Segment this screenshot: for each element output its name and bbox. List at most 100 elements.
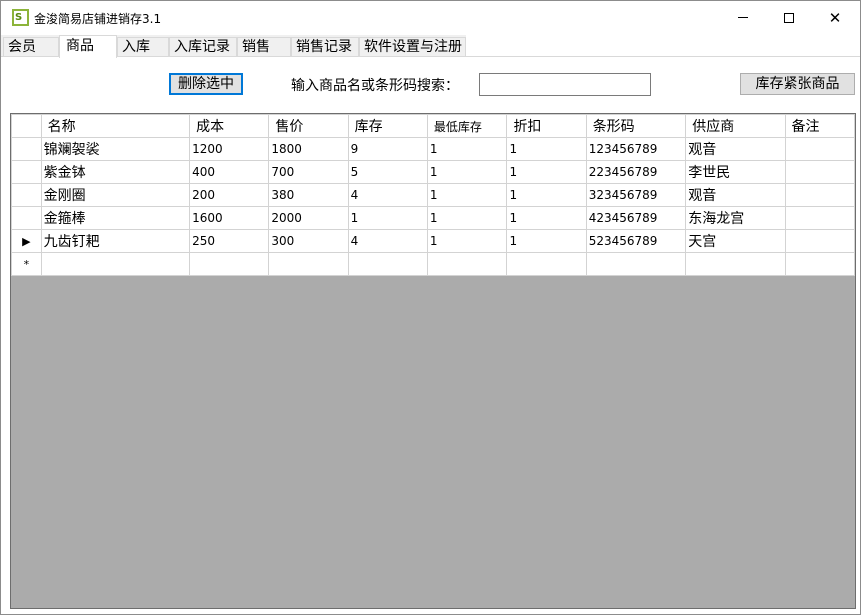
cell-supplier[interactable]: 观音 [685,137,786,161]
cell-cost[interactable]: 200 [189,183,270,207]
cell-barcode[interactable]: 423456789 [585,206,687,230]
minimize-button[interactable] [720,1,766,34]
current-row-indicator-icon[interactable]: ▶ [11,229,42,253]
cell-discount[interactable]: 1 [506,183,587,207]
close-button[interactable]: ✕ [812,1,858,34]
cell-barcode[interactable]: 123456789 [585,137,687,161]
column-header-min-stock[interactable]: 最低库存 [426,114,508,138]
cell-name[interactable]: 九齿钉耙 [40,229,191,253]
table-row[interactable]: 锦斓袈裟 1200 1800 9 1 1 123456789 观音 [11,137,855,161]
maximize-button[interactable] [766,1,812,34]
cell-barcode[interactable]: 223456789 [585,160,687,184]
tab-sales[interactable]: 销售 [237,37,291,57]
cell-notes[interactable] [784,137,855,161]
table-row[interactable]: 金刚圈 200 380 4 1 1 323456789 观音 [11,183,855,207]
cell-name[interactable]: 金刚圈 [40,183,191,207]
cell-cost[interactable]: 1600 [189,206,270,230]
cell-min-stock[interactable]: 1 [426,183,508,207]
tab-stock-in-records[interactable]: 入库记录 [169,37,237,57]
cell-discount[interactable]: 1 [506,160,587,184]
search-label: 输入商品名或条形码搜索： [291,78,459,94]
new-row[interactable]: * [11,252,855,276]
cell-min-stock[interactable]: 1 [426,137,508,161]
table-row[interactable]: 金箍棒 1600 2000 1 1 1 423456789 东海龙宫 [11,206,855,230]
table-row-current[interactable]: ▶ 九齿钉耙 250 300 4 1 1 523456789 天宫 [11,229,855,253]
cell-min-stock[interactable]: 1 [426,160,508,184]
cell-discount[interactable]: 1 [506,137,587,161]
cell-discount[interactable]: 1 [506,229,587,253]
new-cell[interactable] [426,252,508,276]
maximize-icon [784,12,794,23]
cell-notes[interactable] [784,229,855,253]
tab-settings-registration[interactable]: 软件设置与注册 [359,37,466,57]
cell-supplier[interactable]: 天宫 [685,229,786,253]
new-cell[interactable] [506,252,587,276]
tab-stock-in[interactable]: 入库 [117,37,169,57]
cell-cost[interactable]: 1200 [189,137,270,161]
cell-supplier[interactable]: 李世民 [685,160,786,184]
row-header[interactable] [11,160,42,184]
low-stock-button[interactable]: 库存紧张商品 [740,73,855,95]
new-row-asterisk-icon[interactable]: * [11,252,42,276]
cell-price[interactable]: 700 [268,160,349,184]
new-cell[interactable] [784,252,855,276]
cell-notes[interactable] [784,160,855,184]
cell-stock[interactable]: 4 [347,183,428,207]
cell-min-stock[interactable]: 1 [426,206,508,230]
column-header-price[interactable]: 售价 [268,114,349,138]
product-grid[interactable]: 名称 成本 售价 库存 最低库存 折扣 条形码 供应商 备注 锦斓袈裟 1200… [10,113,856,609]
new-cell[interactable] [585,252,687,276]
column-header-name[interactable]: 名称 [40,114,191,138]
tab-products[interactable]: 商品 [59,35,117,58]
new-cell[interactable] [347,252,428,276]
cell-barcode[interactable]: 323456789 [585,183,687,207]
cell-cost[interactable]: 250 [189,229,270,253]
cell-name[interactable]: 锦斓袈裟 [40,137,191,161]
app-window: S 金浚简易店铺进销存3.1 ✕ 会员 商品 入库 入库记录 销售 销售记录 软… [0,0,861,615]
new-cell[interactable] [685,252,786,276]
column-header-supplier[interactable]: 供应商 [685,114,786,138]
app-icon: S [12,9,29,26]
search-input[interactable] [479,73,651,96]
tab-strip: 会员 商品 入库 入库记录 销售 销售记录 软件设置与注册 [1,35,860,58]
cell-stock[interactable]: 1 [347,206,428,230]
column-header-barcode[interactable]: 条形码 [585,114,687,138]
cell-price[interactable]: 300 [268,229,349,253]
cell-stock[interactable]: 5 [347,160,428,184]
cell-stock[interactable]: 4 [347,229,428,253]
row-header[interactable] [11,183,42,207]
column-header-notes[interactable]: 备注 [784,114,855,138]
new-cell[interactable] [40,252,191,276]
window-title: 金浚简易店铺进销存3.1 [34,12,162,26]
corner-header[interactable] [11,114,42,138]
cell-price[interactable]: 1800 [268,137,349,161]
new-cell[interactable] [189,252,270,276]
row-header[interactable] [11,206,42,230]
cell-notes[interactable] [784,206,855,230]
title-bar[interactable]: S 金浚简易店铺进销存3.1 ✕ [1,1,860,34]
tab-sales-records[interactable]: 销售记录 [291,37,359,57]
cell-supplier[interactable]: 东海龙宫 [685,206,786,230]
column-header-discount[interactable]: 折扣 [506,114,587,138]
cell-stock[interactable]: 9 [347,137,428,161]
cell-discount[interactable]: 1 [506,206,587,230]
cell-price[interactable]: 380 [268,183,349,207]
cell-barcode[interactable]: 523456789 [585,229,687,253]
cell-supplier[interactable]: 观音 [685,183,786,207]
cell-cost[interactable]: 400 [189,160,270,184]
tab-divider [1,56,860,57]
header-row: 名称 成本 售价 库存 最低库存 折扣 条形码 供应商 备注 [11,114,855,138]
column-header-stock[interactable]: 库存 [347,114,428,138]
row-header[interactable] [11,137,42,161]
cell-notes[interactable] [784,183,855,207]
cell-name[interactable]: 紫金钵 [40,160,191,184]
new-cell[interactable] [268,252,349,276]
tab-members[interactable]: 会员 [3,37,59,57]
delete-selected-button[interactable]: 删除选中 [169,73,243,95]
cell-min-stock[interactable]: 1 [426,229,508,253]
table-row[interactable]: 紫金钵 400 700 5 1 1 223456789 李世民 [11,160,855,184]
cell-name[interactable]: 金箍棒 [40,206,191,230]
column-header-cost[interactable]: 成本 [189,114,270,138]
minimize-icon [738,17,748,18]
cell-price[interactable]: 2000 [268,206,349,230]
